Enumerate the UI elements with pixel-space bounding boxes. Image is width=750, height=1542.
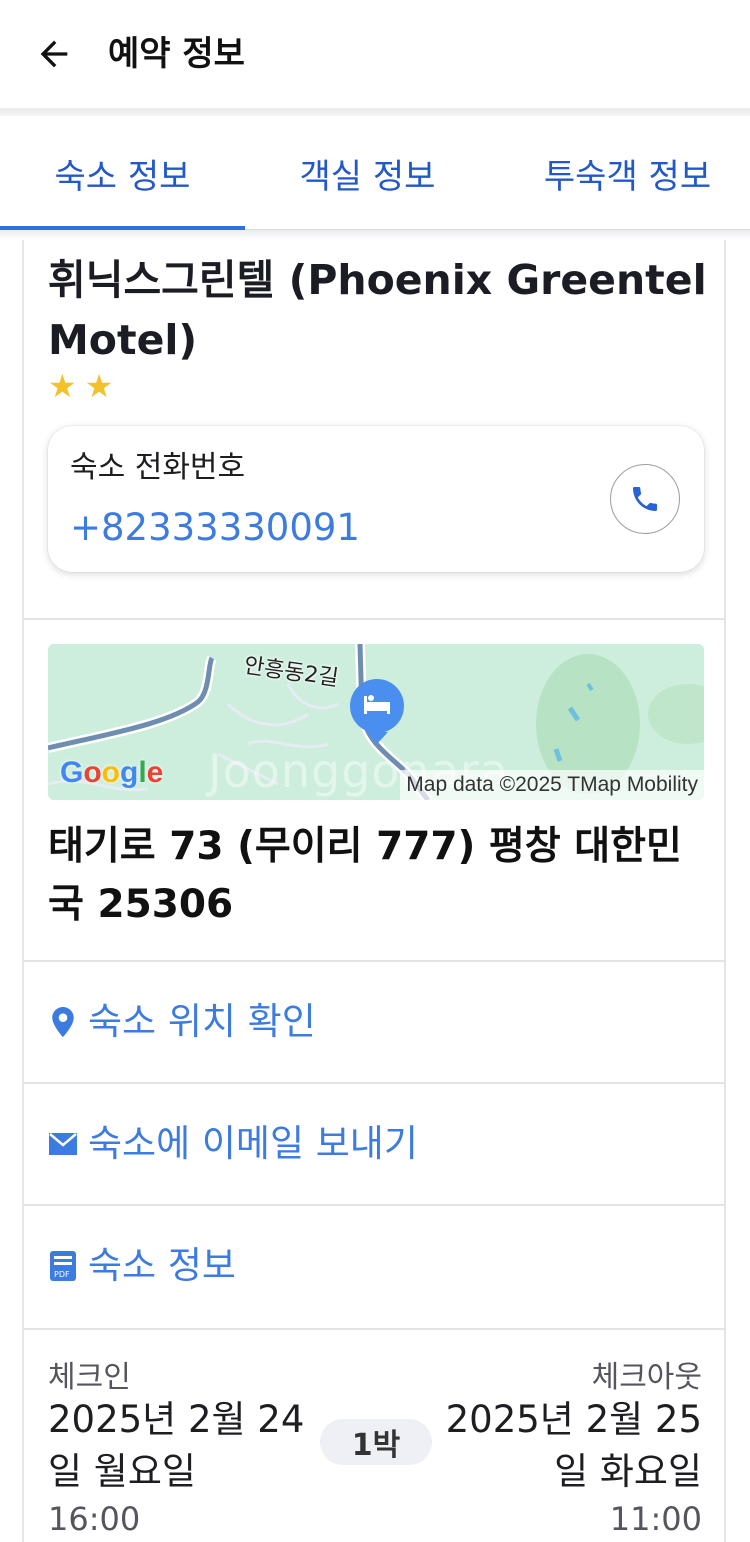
section-divider <box>24 618 724 620</box>
star-icon: ★ <box>84 367 114 405</box>
view-location-button[interactable]: 숙소 위치 확인 <box>24 962 724 1082</box>
phone-card: 숙소 전화번호 +82333330091 <box>48 426 704 572</box>
checkin-time: 16:00 <box>48 1500 141 1538</box>
property-info-panel: 휘닉스그린텔 (Phoenix Greentel Motel) ★ ★ 숙소 전… <box>22 240 726 1542</box>
property-info-pdf-button[interactable]: PDF 숙소 정보 <box>24 1206 724 1326</box>
phone-icon <box>633 487 657 511</box>
pdf-document-icon: PDF <box>48 1251 78 1281</box>
star-icon: ★ <box>48 367 77 405</box>
map-preview[interactable]: Joonggonara 안흥동2길 Google Map data ©2025 … <box>48 644 704 800</box>
page-title: 예약 정보 <box>108 34 245 74</box>
back-button[interactable] <box>30 30 78 78</box>
property-info-pdf-label: 숙소 정보 <box>88 1244 236 1287</box>
email-property-label: 숙소에 이메일 보내기 <box>88 1122 418 1165</box>
tab-guest-info[interactable]: 투숙객 정보 <box>490 116 750 230</box>
view-location-label: 숙소 위치 확인 <box>88 1000 316 1043</box>
stay-dates: 체크인 체크아웃 2025년 2월 24일 월요일 1박 2025년 2월 25… <box>24 1332 724 1542</box>
checkout-label: 체크아웃 <box>591 1360 702 1395</box>
tab-property-info[interactable]: 숙소 정보 <box>0 116 245 230</box>
phone-label: 숙소 전화번호 <box>70 450 246 485</box>
checkout-date: 2025년 2월 25일 화요일 <box>445 1398 702 1493</box>
nights-badge: 1박 <box>320 1419 432 1465</box>
tab-room-info[interactable]: 객실 정보 <box>245 116 490 230</box>
arrow-left-icon <box>40 40 68 68</box>
checkout-time: 11:00 <box>609 1500 702 1538</box>
section-divider <box>24 1328 724 1330</box>
checkin-date: 2025년 2월 24일 월요일 <box>48 1398 305 1493</box>
checkin-label: 체크인 <box>48 1360 131 1395</box>
map-attribution: Map data ©2025 TMap Mobility <box>400 770 704 800</box>
appbar-divider <box>0 108 750 116</box>
app-bar: 예약 정보 <box>0 0 750 108</box>
svg-text:PDF: PDF <box>54 1270 70 1279</box>
call-button[interactable] <box>610 464 680 534</box>
google-logo: Google <box>60 756 164 789</box>
hotel-address: 태기로 73 (무이리 777) 평창 대한민국 25306 <box>48 824 682 927</box>
tab-bar: 숙소 정보 객실 정보 투숙객 정보 <box>0 116 750 230</box>
hotel-name: 휘닉스그린텔 (Phoenix Greentel Motel) <box>48 256 707 364</box>
location-pin-icon <box>48 1007 78 1037</box>
star-rating: ★ ★ <box>48 368 113 404</box>
tabs-shadow <box>0 230 750 240</box>
phone-number-link[interactable]: +82333330091 <box>70 504 360 552</box>
email-property-button[interactable]: 숙소에 이메일 보내기 <box>24 1084 724 1204</box>
envelope-icon <box>48 1129 78 1159</box>
